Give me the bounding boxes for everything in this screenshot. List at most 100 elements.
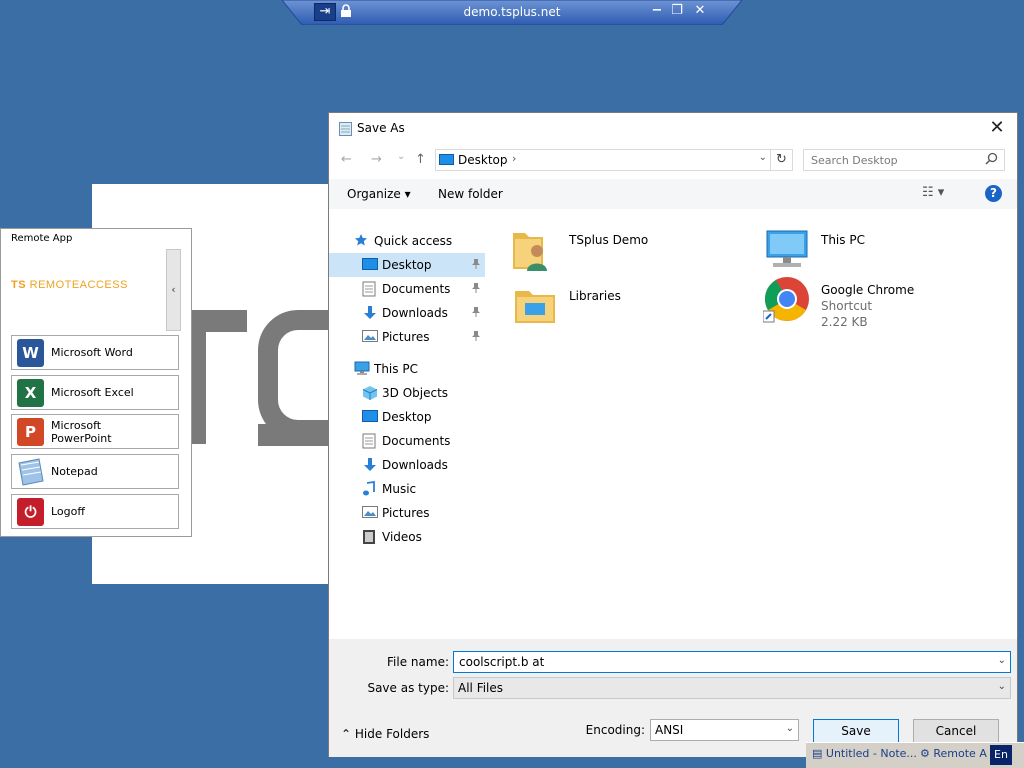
save-as-type-value: All Files — [458, 681, 504, 695]
item-name: This PC — [821, 233, 865, 247]
view-options-icon[interactable]: ☷ ▾ — [922, 185, 944, 200]
taskbar-item-notepad[interactable]: ▤ Untitled - Note... — [812, 747, 917, 760]
cube-icon — [362, 385, 378, 401]
excel-icon: X — [15, 378, 46, 408]
nav-item-desktop[interactable]: Desktop — [329, 253, 485, 277]
search-input[interactable]: Search Desktop — [803, 149, 1005, 171]
nav-item-pictures[interactable]: Pictures — [329, 501, 485, 525]
dialog-titlebar: Save As ✕ — [329, 113, 1017, 143]
item-google-chrome[interactable]: Google Chrome Shortcut 2.22 KB — [762, 275, 1013, 335]
nav-item-quick-access[interactable]: Quick access — [329, 229, 485, 253]
navigation-pane: Quick access Desktop Documents Downloads Pic… — [329, 223, 485, 643]
nav-item-documents[interactable]: Documents — [329, 277, 485, 301]
nav-item-documents[interactable]: Documents — [329, 429, 485, 453]
item-this-pc[interactable]: This PC — [763, 225, 1013, 281]
nav-item-downloads[interactable]: Downloads — [329, 453, 485, 477]
chevron-down-icon[interactable]: ⌄ — [998, 681, 1006, 692]
logo-text: REMOTEACCESS — [29, 279, 128, 291]
new-folder-button[interactable]: New folder — [438, 187, 503, 201]
app-powerpoint[interactable]: P Microsoft PowerPoint — [11, 414, 179, 449]
path-box[interactable]: Desktop › ⌄ — [435, 149, 771, 171]
command-bar: Organize ▾ New folder ☷ ▾ ? — [329, 179, 1017, 209]
nav-item-music[interactable]: Music — [329, 477, 485, 501]
close-icon[interactable]: ✕ — [691, 3, 709, 18]
dialog-title: Save As — [357, 121, 405, 135]
ts-logo-shape — [258, 424, 332, 446]
hide-folders-label: Hide Folders — [354, 727, 430, 741]
up-icon[interactable]: ↑ — [415, 152, 426, 167]
app-excel[interactable]: X Microsoft Excel — [11, 375, 179, 410]
pin-icon[interactable] — [471, 282, 481, 296]
back-icon[interactable]: ← — [341, 152, 352, 167]
nav-item-label: Quick access — [374, 234, 453, 248]
nav-item-this-pc[interactable]: This PC — [329, 357, 485, 381]
item-type: Shortcut — [821, 299, 873, 313]
hide-folders-button[interactable]: ⌃ Hide Folders — [341, 727, 429, 741]
pin-icon[interactable]: ⇥ — [314, 3, 336, 21]
app-word[interactable]: W Microsoft Word — [11, 335, 179, 370]
nav-item-label: Documents — [382, 434, 451, 448]
nav-item-label: Downloads — [382, 458, 448, 472]
item-name: Google Chrome — [821, 283, 915, 297]
path-location[interactable]: Desktop — [458, 153, 508, 167]
app-notepad[interactable]: Notepad — [11, 454, 179, 489]
nav-item-label: Documents — [382, 282, 451, 296]
music-icon — [362, 480, 378, 497]
desktop-icon — [439, 154, 454, 165]
user-folder-icon — [511, 225, 559, 273]
lock-icon[interactable] — [340, 4, 354, 20]
save-as-dialog: Save As ✕ ← → ⌄ ↑ Desktop › ⌄ ↻ Search D… — [328, 112, 1018, 757]
organize-button[interactable]: Organize ▾ — [347, 187, 411, 201]
nav-item-downloads[interactable]: Downloads — [329, 301, 485, 325]
app-label: Logoff — [51, 505, 85, 518]
pictures-icon — [362, 329, 378, 345]
dialog-close-icon[interactable]: ✕ — [987, 117, 1007, 138]
minimize-icon[interactable]: − — [648, 3, 666, 18]
cancel-button[interactable]: Cancel — [913, 719, 999, 743]
ts-logo-shape — [192, 310, 206, 444]
file-name-field[interactable]: coolscript.b at ⌄ — [453, 651, 1011, 673]
chevron-down-icon[interactable]: ⌄ — [786, 723, 794, 734]
chevron-up-icon: ⌃ — [341, 727, 352, 741]
language-indicator[interactable]: En — [990, 745, 1012, 765]
save-as-type-select[interactable]: All Files ⌄ — [453, 677, 1011, 699]
item-tsplus-demo[interactable]: TSplus Demo — [511, 225, 761, 281]
search-icon[interactable] — [985, 152, 998, 169]
app-power[interactable]: ⏻ Logoff — [11, 494, 179, 529]
nav-item-pictures[interactable]: Pictures — [329, 325, 485, 349]
nav-item-3d-objects[interactable]: 3D Objects — [329, 381, 485, 405]
path-arrow-icon[interactable]: › — [512, 152, 516, 165]
connection-title: demo.tsplus.net — [463, 5, 561, 19]
restore-icon[interactable]: ❐ — [668, 3, 686, 18]
item-name: Libraries — [569, 289, 621, 303]
collapse-panel-button[interactable]: ‹ — [166, 249, 181, 331]
encoding-select[interactable]: ANSI ⌄ — [650, 719, 799, 741]
app-icon-letter: X — [24, 384, 37, 402]
nav-item-label: Desktop — [382, 410, 432, 424]
app-label: Microsoft Word — [51, 346, 133, 359]
refresh-icon[interactable]: ↻ — [771, 149, 793, 171]
help-icon[interactable]: ? — [985, 185, 1002, 202]
nav-item-label: This PC — [374, 362, 418, 376]
forward-icon[interactable]: → — [371, 152, 382, 167]
save-button[interactable]: Save — [813, 719, 899, 743]
desktop-icon — [362, 257, 378, 273]
power-icon: ⏻ — [15, 497, 46, 527]
item-name: TSplus Demo — [569, 233, 649, 247]
nav-item-desktop[interactable]: Desktop — [329, 405, 485, 429]
pin-icon[interactable] — [471, 258, 481, 272]
remote-app-panel: Remote App TS REMOTEACCESS ‹ W Microsoft … — [0, 228, 192, 537]
chevron-down-icon[interactable]: ⌄ — [998, 655, 1006, 666]
dialog-footer: File name: coolscript.b at ⌄ Save as typ… — [329, 639, 1017, 757]
nav-item-videos[interactable]: Videos — [329, 525, 485, 549]
recent-locations-icon[interactable]: ⌄ — [397, 151, 405, 162]
pin-icon[interactable] — [471, 330, 481, 344]
chevron-down-icon[interactable]: ⌄ — [759, 152, 767, 163]
item-size: 2.22 KB — [821, 315, 868, 329]
app-icon-letter: ⏻ — [24, 503, 37, 521]
pin-icon[interactable] — [471, 306, 481, 320]
item-libraries[interactable]: Libraries — [511, 281, 761, 337]
file-name-value[interactable]: coolscript.b at — [459, 655, 544, 669]
desktop-icon — [362, 409, 378, 425]
taskbar-item-remote-app[interactable]: ⚙ Remote A — [920, 747, 987, 760]
